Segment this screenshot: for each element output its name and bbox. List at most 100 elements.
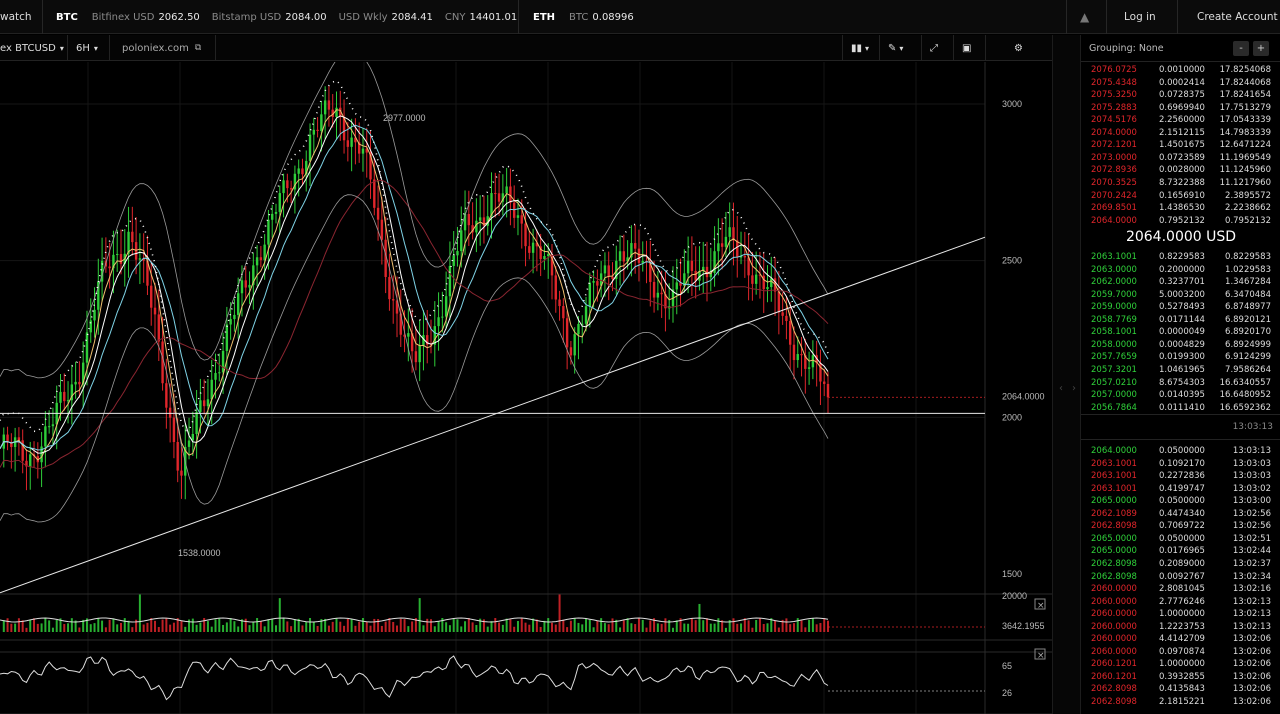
order-row[interactable]: 2063.1001 0.8229583 0.8229583 (1081, 251, 1280, 264)
candle-body (380, 219, 384, 240)
candle-body (316, 129, 319, 131)
volume-bar (361, 618, 364, 632)
volume-bar (755, 619, 758, 632)
chevron-down-icon: ▾ (899, 43, 904, 53)
volume-bar (157, 626, 160, 632)
symbol-select[interactable]: ex BTCUSD ▾ (0, 35, 68, 61)
order-row[interactable]: 2070.2424 0.1656910 2.3895572 (1081, 190, 1280, 203)
order-row[interactable]: 2057.7659 0.0199300 6.9124299 (1081, 351, 1280, 364)
order-row[interactable]: 2063.1001 0.4199747 13:03:02 (1081, 483, 1280, 496)
order-row[interactable]: 2069.8501 1.4386530 2.2238662 (1081, 202, 1280, 215)
order-row[interactable]: 2076.0725 0.0010000 17.8254068 (1081, 64, 1280, 77)
order-row[interactable]: 2074.0000 2.1512115 14.7983339 (1081, 127, 1280, 140)
ticker-bar: watch BTC Bitfinex USD 2062.50 Bitstamp … (0, 0, 1280, 34)
volume-bar (44, 618, 47, 632)
order-row[interactable]: 2070.3525 8.7322388 11.1217960 (1081, 177, 1280, 190)
source-link[interactable]: poloniex.com ⧉ (110, 35, 216, 61)
order-row[interactable]: 2060.0000 1.2223753 13:02:13 (1081, 621, 1280, 634)
order-row[interactable]: 2060.0000 2.8081045 13:02:16 (1081, 583, 1280, 596)
panel-resizer[interactable]: ‹ › (1052, 35, 1080, 714)
screenshot-button[interactable]: ▣ (954, 35, 986, 61)
order-row[interactable]: 2063.1001 0.1092170 13:03:03 (1081, 458, 1280, 471)
order-row[interactable]: 2057.3201 1.0461965 7.9586264 (1081, 364, 1280, 377)
interval-select[interactable]: 6H ▾ (68, 35, 110, 61)
order-row[interactable]: 2056.7864 0.0111410 16.6592362 (1081, 402, 1280, 415)
volume-bar (694, 620, 697, 632)
volume-bar (350, 618, 353, 632)
pencil-icon: ✎ (888, 42, 897, 54)
order-row[interactable]: 2060.1201 0.3932855 13:02:06 (1081, 671, 1280, 684)
order-row[interactable]: 2060.1201 1.0000000 13:02:06 (1081, 658, 1280, 671)
candle-body (584, 306, 588, 324)
volume-tick-label: 3642.1955 (1002, 621, 1045, 631)
grouping-increase-button[interactable]: + (1253, 41, 1269, 56)
order-total: 0.7952132 (1225, 215, 1271, 226)
volume-bar (78, 627, 81, 632)
order-row[interactable]: 2060.0000 0.0970874 13:02:06 (1081, 646, 1280, 659)
login-button[interactable]: Log in (1124, 0, 1156, 34)
order-row[interactable]: 2062.8098 2.1815221 13:02:06 (1081, 696, 1280, 709)
order-total: 2.2238662 (1225, 203, 1271, 214)
ma-medium-line (0, 115, 829, 454)
draw-tools-select[interactable]: ✎ ▾ (880, 35, 922, 61)
order-row[interactable]: 2075.3250 0.0728375 17.8241654 (1081, 89, 1280, 102)
order-amount: 2.2560000 (1159, 115, 1205, 126)
volume-bar (138, 594, 141, 632)
price-chart[interactable]: 20000 3642.1955 × 65 26 × 3000 2500 2000 1500 20… (0, 62, 1052, 714)
order-row[interactable]: 2057.0210 8.6754303 16.6340557 (1081, 377, 1280, 390)
order-row[interactable]: 2058.0000 0.0004829 6.8924999 (1081, 339, 1280, 352)
theme-toggle[interactable]: ▲ (1080, 0, 1089, 34)
order-row[interactable]: 2062.1089 0.4474340 13:02:56 (1081, 508, 1280, 521)
order-row[interactable]: 2065.0000 0.0176965 13:02:44 (1081, 545, 1280, 558)
volume-bar (70, 618, 73, 632)
chart-type-select[interactable]: ▮▮ ▾ (842, 35, 880, 61)
order-amount: 2.8081045 (1159, 584, 1205, 595)
order-row[interactable]: 2059.0000 0.5278493 6.8748977 (1081, 301, 1280, 314)
order-row[interactable]: 2073.0000 0.0723589 11.1969549 (1081, 152, 1280, 165)
order-row[interactable]: 2060.0000 4.4142709 13:02:06 (1081, 633, 1280, 646)
order-row[interactable]: 2059.7000 5.0003200 6.3470484 (1081, 289, 1280, 302)
order-row[interactable]: 2060.0000 2.7776246 13:02:13 (1081, 596, 1280, 609)
candle-body (274, 211, 278, 214)
order-row[interactable]: 2064.0000 0.7952132 0.7952132 (1081, 215, 1280, 228)
volume-bar (823, 618, 826, 632)
order-row[interactable]: 2075.4348 0.0002414 17.8244068 (1081, 77, 1280, 90)
order-row[interactable]: 2057.0000 0.0140395 16.6480952 (1081, 389, 1280, 402)
order-row[interactable]: 2060.0000 1.0000000 13:02:13 (1081, 608, 1280, 621)
order-total: 0.8229583 (1225, 252, 1271, 262)
order-row[interactable]: 2074.5176 2.2560000 17.0543339 (1081, 114, 1280, 127)
settings-button[interactable]: ⚙ (1006, 35, 1036, 61)
order-total: 11.1217960 (1219, 177, 1271, 188)
order-row[interactable]: 2063.1001 0.2272836 13:03:03 (1081, 470, 1280, 483)
volume-bar (112, 618, 115, 632)
order-row[interactable]: 2062.8098 0.2089000 13:02:37 (1081, 558, 1280, 571)
order-row[interactable]: 2063.0000 0.2000000 1.0229583 (1081, 264, 1280, 277)
candle-body (168, 407, 172, 418)
volume-bar (641, 619, 644, 632)
candle-body (562, 306, 565, 319)
order-row[interactable]: 2058.7769 0.0171144 6.8920121 (1081, 314, 1280, 327)
volume-bar (206, 621, 209, 632)
order-row[interactable]: 2062.8098 0.0092767 13:02:34 (1081, 571, 1280, 584)
order-row[interactable]: 2062.0000 0.3237701 1.3467284 (1081, 276, 1280, 289)
order-row[interactable]: 2062.8098 0.7069722 13:02:56 (1081, 520, 1280, 533)
candle-body (176, 442, 179, 471)
order-row[interactable]: 2058.1001 0.0000049 6.8920170 (1081, 326, 1280, 339)
chart-area[interactable]: 20000 3642.1955 × 65 26 × 3000 2500 2000 1500 20… (0, 62, 1052, 714)
order-row[interactable]: 2072.8936 0.0028000 11.1245960 (1081, 164, 1280, 177)
plus-icon: + (1256, 43, 1266, 54)
candle-body (59, 391, 62, 403)
create-account-button[interactable]: Create Account (1197, 0, 1278, 34)
eth-ticker[interactable]: ETH BTC 0.08996 (533, 0, 634, 34)
order-row[interactable]: 2064.0000 0.0500000 13:03:13 (1081, 445, 1280, 458)
fullscreen-button[interactable]: ⤢ (922, 35, 954, 61)
order-row[interactable]: 2065.0000 0.0500000 13:03:00 (1081, 495, 1280, 508)
volume-bar (271, 618, 274, 632)
order-row[interactable]: 2075.2883 0.6969940 17.7513279 (1081, 102, 1280, 115)
watchlist-toggle[interactable]: watch (0, 0, 32, 34)
btc-ticker[interactable]: BTC Bitfinex USD 2062.50 Bitstamp USD 20… (56, 0, 517, 34)
grouping-decrease-button[interactable]: - (1233, 41, 1249, 56)
order-row[interactable]: 2072.1201 1.4501675 12.6471224 (1081, 139, 1280, 152)
order-row[interactable]: 2065.0000 0.0500000 13:02:51 (1081, 533, 1280, 546)
order-row[interactable]: 2062.8098 0.4135843 13:02:06 (1081, 683, 1280, 696)
